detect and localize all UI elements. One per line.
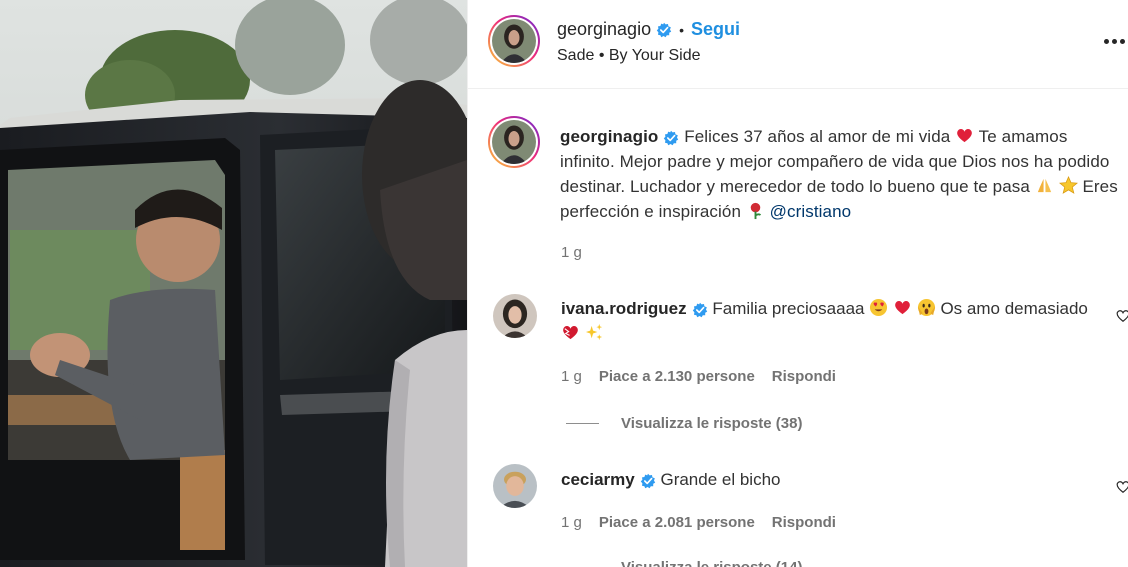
- follow-button[interactable]: Segui: [691, 19, 740, 40]
- comment-avatar[interactable]: [493, 294, 537, 338]
- comment-text-part-2: Os amo demasiado: [940, 299, 1088, 318]
- comment-body: ceciarmy Grande el bicho: [561, 467, 1101, 492]
- red-heart-emoji-icon: [955, 126, 974, 145]
- comment-meta: 1 g Piace a 2.130 persone Rispondi: [561, 368, 836, 385]
- reply-button[interactable]: Rispondi: [772, 514, 836, 531]
- folded-hands-emoji-icon: [1035, 176, 1054, 195]
- heart-outline-icon[interactable]: [1116, 479, 1128, 495]
- more-options-icon[interactable]: [1104, 36, 1128, 48]
- author-avatar-image: [492, 19, 536, 63]
- comment-avatar[interactable]: [493, 464, 537, 508]
- heart-outline-icon[interactable]: [1116, 308, 1128, 324]
- red-heart-emoji-icon: [893, 298, 912, 317]
- comment-avatar-image: [493, 464, 537, 508]
- instagram-post-view: georginagio • Segui Sade • By Your Side: [0, 0, 1128, 567]
- verified-badge-icon: [692, 302, 707, 317]
- reply-button[interactable]: Rispondi: [772, 368, 836, 385]
- verified-badge-icon: [656, 22, 672, 37]
- post-video[interactable]: [0, 0, 467, 567]
- audio-track[interactable]: Sade • By Your Side: [557, 47, 700, 65]
- post-header: georginagio • Segui Sade • By Your Side: [468, 0, 1128, 89]
- comment-meta: 1 g Piace a 2.081 persone Rispondi: [561, 514, 836, 531]
- comment-likes[interactable]: Piace a 2.130 persone: [599, 368, 755, 385]
- view-replies-button[interactable]: Visualizza le risposte (14): [566, 559, 802, 567]
- caption-meta: 1 g: [561, 244, 582, 261]
- post-details-panel: georginagio • Segui Sade • By Your Side: [467, 0, 1128, 567]
- caption-username[interactable]: georginagio: [560, 127, 658, 146]
- author-avatar[interactable]: [488, 15, 540, 67]
- caption-author-avatar[interactable]: [488, 116, 540, 168]
- comment-timestamp[interactable]: 1 g: [561, 514, 582, 531]
- header-separator: •: [679, 21, 684, 38]
- comment-username[interactable]: ceciarmy: [561, 470, 635, 489]
- heart-eyes-emoji-icon: [869, 298, 888, 317]
- comment-text-part-1: Familia preciosaaaa: [712, 299, 865, 318]
- verified-badge-icon: [664, 130, 679, 145]
- view-replies-button[interactable]: Visualizza le risposte (38): [566, 415, 802, 432]
- comment-body: ivana.rodriguez Familia preciosaaaa Os a…: [561, 296, 1101, 346]
- video-frame-image: [0, 0, 467, 567]
- mention-link[interactable]: @cristiano: [770, 202, 852, 221]
- sparkles-emoji-icon: [585, 323, 604, 342]
- comment-timestamp[interactable]: 1 g: [561, 368, 582, 385]
- caption-text-part-1: Felices 37 años al amor de mi vida: [684, 127, 951, 146]
- replies-divider-line: [566, 423, 599, 424]
- comment-text-part-1: Grande el bicho: [660, 470, 781, 489]
- comment-username[interactable]: ivana.rodriguez: [561, 299, 687, 318]
- comment-likes[interactable]: Piace a 2.081 persone: [599, 514, 755, 531]
- rose-emoji-icon: [746, 201, 765, 220]
- face-screaming-emoji-icon: [917, 298, 936, 317]
- caption-timestamp[interactable]: 1 g: [561, 244, 582, 261]
- view-replies-label: Visualizza le risposte (38): [621, 415, 803, 432]
- author-username[interactable]: georginagio: [557, 19, 651, 40]
- header-author-row: georginagio • Segui: [557, 19, 740, 40]
- comment-avatar-image: [493, 294, 537, 338]
- verified-badge-icon: [640, 473, 655, 488]
- caption-avatar-image: [492, 120, 536, 164]
- post-caption: georginagio Felices 37 años al amor de m…: [560, 124, 1122, 224]
- heart-exclamation-emoji-icon: [561, 323, 580, 342]
- view-replies-label: Visualizza le risposte (14): [621, 559, 802, 567]
- star-emoji-icon: [1058, 176, 1078, 195]
